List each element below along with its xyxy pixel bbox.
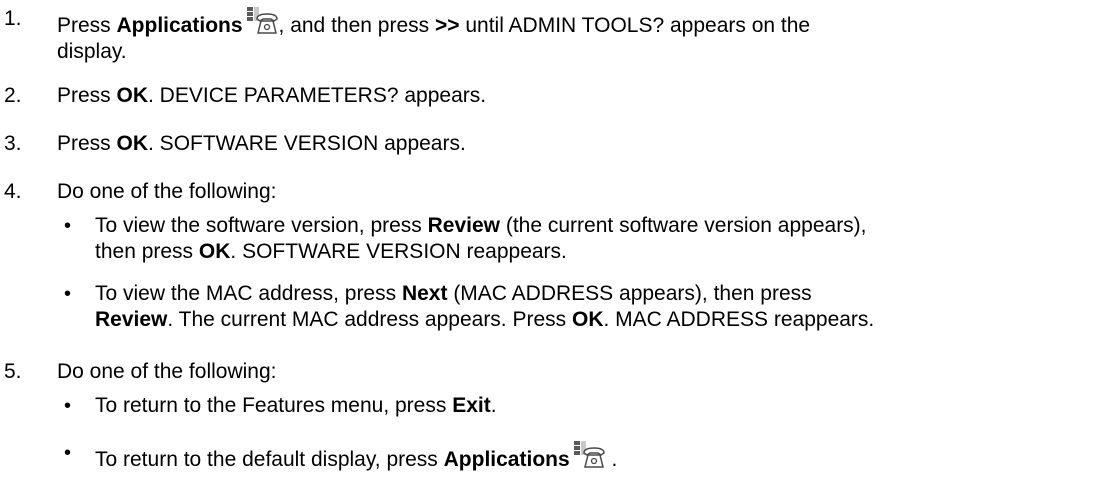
button-name-next: >>	[434, 14, 460, 37]
applications-phone-icon	[245, 6, 279, 36]
bullet-dot: •	[64, 395, 72, 417]
step-number: 5.	[4, 360, 22, 383]
step-number: 4.	[4, 180, 22, 203]
bullet-text: To return to the default display, press …	[95, 440, 1090, 473]
bullet-text: To return to the Features menu, press Ex…	[95, 394, 497, 417]
button-name-ok: OK	[572, 308, 604, 331]
button-name-applications: Applications	[443, 448, 570, 471]
button-name-ok: OK	[116, 132, 149, 155]
button-name-applications: Applications	[116, 14, 243, 37]
bullet-text: To view the MAC address, press Next (MAC…	[95, 282, 875, 331]
step-text: Press OK. DEVICE PARAMETERS? appears.	[57, 84, 487, 107]
step-number: 3.	[4, 132, 22, 155]
bullet-text: To view the software version, press Revi…	[95, 214, 867, 263]
applications-phone-icon	[572, 440, 606, 470]
button-name-review: Review	[95, 308, 168, 331]
step-number: 2.	[4, 84, 22, 107]
step-text: Press OK. SOFTWARE VERSION appears.	[57, 132, 466, 155]
step-number: 1.	[4, 7, 22, 30]
bullet-dot: •	[64, 442, 72, 464]
bullet-dot: •	[64, 283, 72, 305]
button-name-ok: OK	[198, 240, 231, 263]
button-name-review: Review	[427, 214, 501, 237]
button-name-exit: Exit	[452, 394, 491, 417]
step-text: Do one of the following:	[57, 360, 277, 383]
step-text: Press Applications, and then press >> un…	[57, 6, 1087, 65]
bullet-dot: •	[64, 215, 72, 237]
step-text: Do one of the following:	[57, 180, 277, 203]
instruction-document: 1. Press Applications, and then press >>…	[0, 0, 1096, 499]
button-name-ok: OK	[116, 84, 149, 107]
button-name-next: Next	[401, 282, 448, 305]
